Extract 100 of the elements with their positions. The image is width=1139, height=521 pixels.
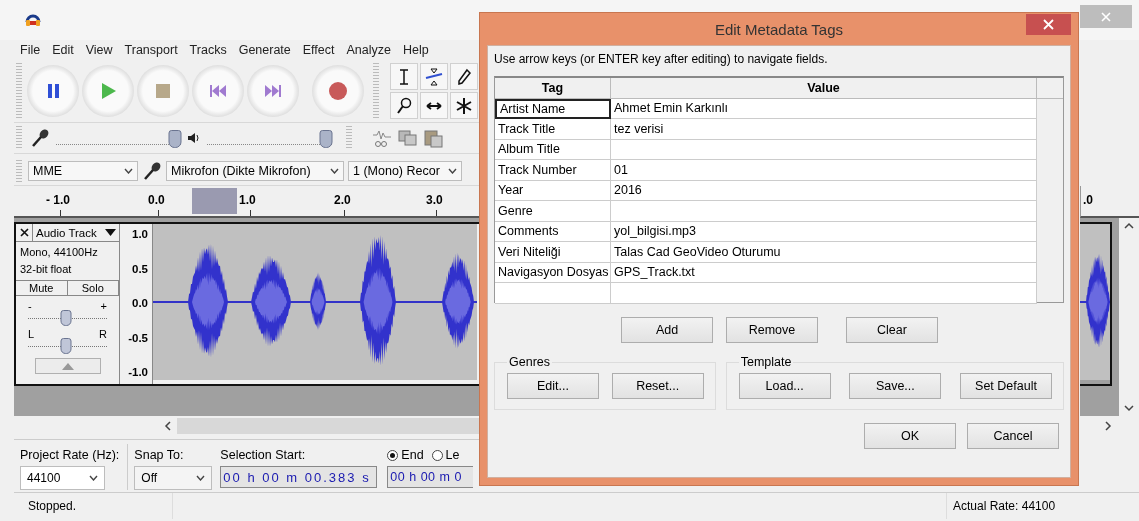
track-info: 32-bit float [20,262,73,277]
column-header: Tag [495,78,611,99]
group-title: Genres [508,355,551,369]
channels-dropdown[interactable]: 1 (Mono) Recor [348,161,462,181]
gain-slider[interactable] [60,310,72,326]
skip-to-start-button[interactable] [192,65,244,117]
chevron-down-icon [89,475,98,481]
draw-tool[interactable] [450,63,478,90]
amplitude-label: 0.5 [132,262,148,275]
chevron-down-icon [448,168,457,174]
dialog-button[interactable]: Cancel [967,423,1059,449]
recording-volume-slider[interactable] [168,129,182,148]
collapse-button[interactable] [34,358,101,374]
radio-button[interactable]: Le [431,448,460,462]
menu-item[interactable]: View [79,43,119,57]
template-button[interactable]: Load... [738,373,831,399]
skip-to-end-button[interactable] [247,65,299,117]
menu-item[interactable]: Transport [118,43,184,57]
action-button[interactable]: Remove [726,317,818,343]
timeline-ruler[interactable]: - 1.0 0.0 1.0 2.0 3.0 [14,186,479,218]
record-button[interactable] [312,65,364,117]
chevron-right-icon [1104,421,1112,431]
amplitude-label: 0.0 [132,297,148,309]
ruler-label: .0 [1083,193,1093,207]
chevron-down-icon [196,475,206,481]
status-text: Actual Rate: 44100 [953,499,1056,513]
zoom-tool[interactable] [390,92,418,119]
chevron-down-icon [124,168,133,174]
status-text: Stopped. [28,499,77,513]
tag-cell[interactable]: Track Number [495,160,611,181]
action-button[interactable]: Add [621,317,713,343]
group-title: Template [739,355,793,369]
tag-cell[interactable]: Album Title [495,139,611,160]
close-icon [19,228,29,237]
genre-button[interactable]: Reset... [611,373,704,399]
menu-item[interactable]: File [14,43,47,57]
tag-cell[interactable]: Track Title [495,119,611,140]
speaker-icon [187,131,201,145]
vertical-scrollbar[interactable] [1119,218,1139,416]
multi-tool[interactable] [450,92,478,119]
value-cell[interactable] [611,139,1037,160]
ruler-label: 2.0 [334,193,351,207]
tag-cell[interactable]: Artist Name [495,98,611,119]
horizontal-scrollbar[interactable] [177,418,479,434]
selection-end-field[interactable]: 00 h 00 m 0 [387,466,474,488]
instruction-text: Use arrow keys (or ENTER key after editing) to navigate fields. [494,52,829,66]
action-button[interactable]: Clear [846,317,938,343]
snap-dropdown[interactable]: Off [134,466,213,490]
dropdown-triangle-icon [105,229,116,236]
value-cell[interactable]: Talas Cad GeoVideo Oturumu [611,242,1037,263]
tag-cell[interactable]: Year [495,180,611,201]
chevron-down-icon[interactable] [1124,404,1134,412]
menu-item[interactable]: Help [397,43,435,57]
ruler-label: 1.0 [239,193,256,207]
field-label: Project Rate (Hz): [20,447,120,462]
genre-button[interactable]: Edit... [507,373,599,399]
selection-tool[interactable] [390,63,418,90]
value-cell[interactable]: 2016 [611,180,1037,201]
value-cell[interactable]: GPS_Track.txt [611,262,1037,283]
close-button[interactable] [1026,14,1071,35]
dialog-button[interactable]: OK [864,423,956,449]
chevron-up-icon[interactable] [1124,222,1134,230]
radio-button[interactable]: End [387,448,424,462]
menu-item[interactable]: Analyze [340,43,397,57]
field-label: Selection Start: [220,447,307,462]
playback-volume-slider[interactable] [319,129,333,148]
envelope-icon [424,66,444,87]
tag-cell[interactable]: Veri Niteliği [495,242,611,263]
template-button[interactable]: Set Default [960,373,1052,399]
stop-button[interactable] [137,65,189,117]
copy-icon[interactable] [396,127,420,149]
paste-icon[interactable] [422,127,446,149]
template-button[interactable]: Save... [849,373,942,399]
selection-start-field[interactable]: 00 h 00 m 00.383 s [220,466,378,488]
tag-cell[interactable]: Navigasyon Dosyas [495,262,611,283]
menu-item[interactable]: Generate [232,43,297,57]
menu-item[interactable]: Effect [296,43,341,57]
slider-label: - [28,300,32,312]
time-shift-tool[interactable] [420,92,448,119]
close-icon [1100,10,1112,23]
amplitude-label: 1.0 [132,228,148,240]
value-cell[interactable] [611,201,1037,222]
pause-button[interactable] [27,65,79,117]
field-label: Snap To: [134,447,185,462]
headphones-icon [25,12,41,26]
tag-cell[interactable]: Genre [495,201,611,222]
microphone-icon [30,128,50,148]
envelope-tool[interactable] [420,63,448,90]
value-cell[interactable]: 01 [611,160,1037,181]
value-cell[interactable]: yol_bilgisi.mp3 [611,221,1037,242]
pan-slider[interactable] [60,338,72,354]
value-cell[interactable]: Ahmet Emin Karkınlı [611,98,1037,119]
tag-cell[interactable]: Comments [495,221,611,242]
project-rate-dropdown[interactable]: 44100 [20,466,105,490]
menu-item[interactable]: Edit [46,43,80,57]
play-region-handle[interactable] [192,188,237,214]
value-cell[interactable]: tez verisi [611,119,1037,140]
input-device-dropdown[interactable]: Mikrofon (Dikte Mikrofon) [166,161,344,181]
menu-item[interactable]: Tracks [183,43,233,57]
host-dropdown[interactable]: MME [28,161,138,181]
